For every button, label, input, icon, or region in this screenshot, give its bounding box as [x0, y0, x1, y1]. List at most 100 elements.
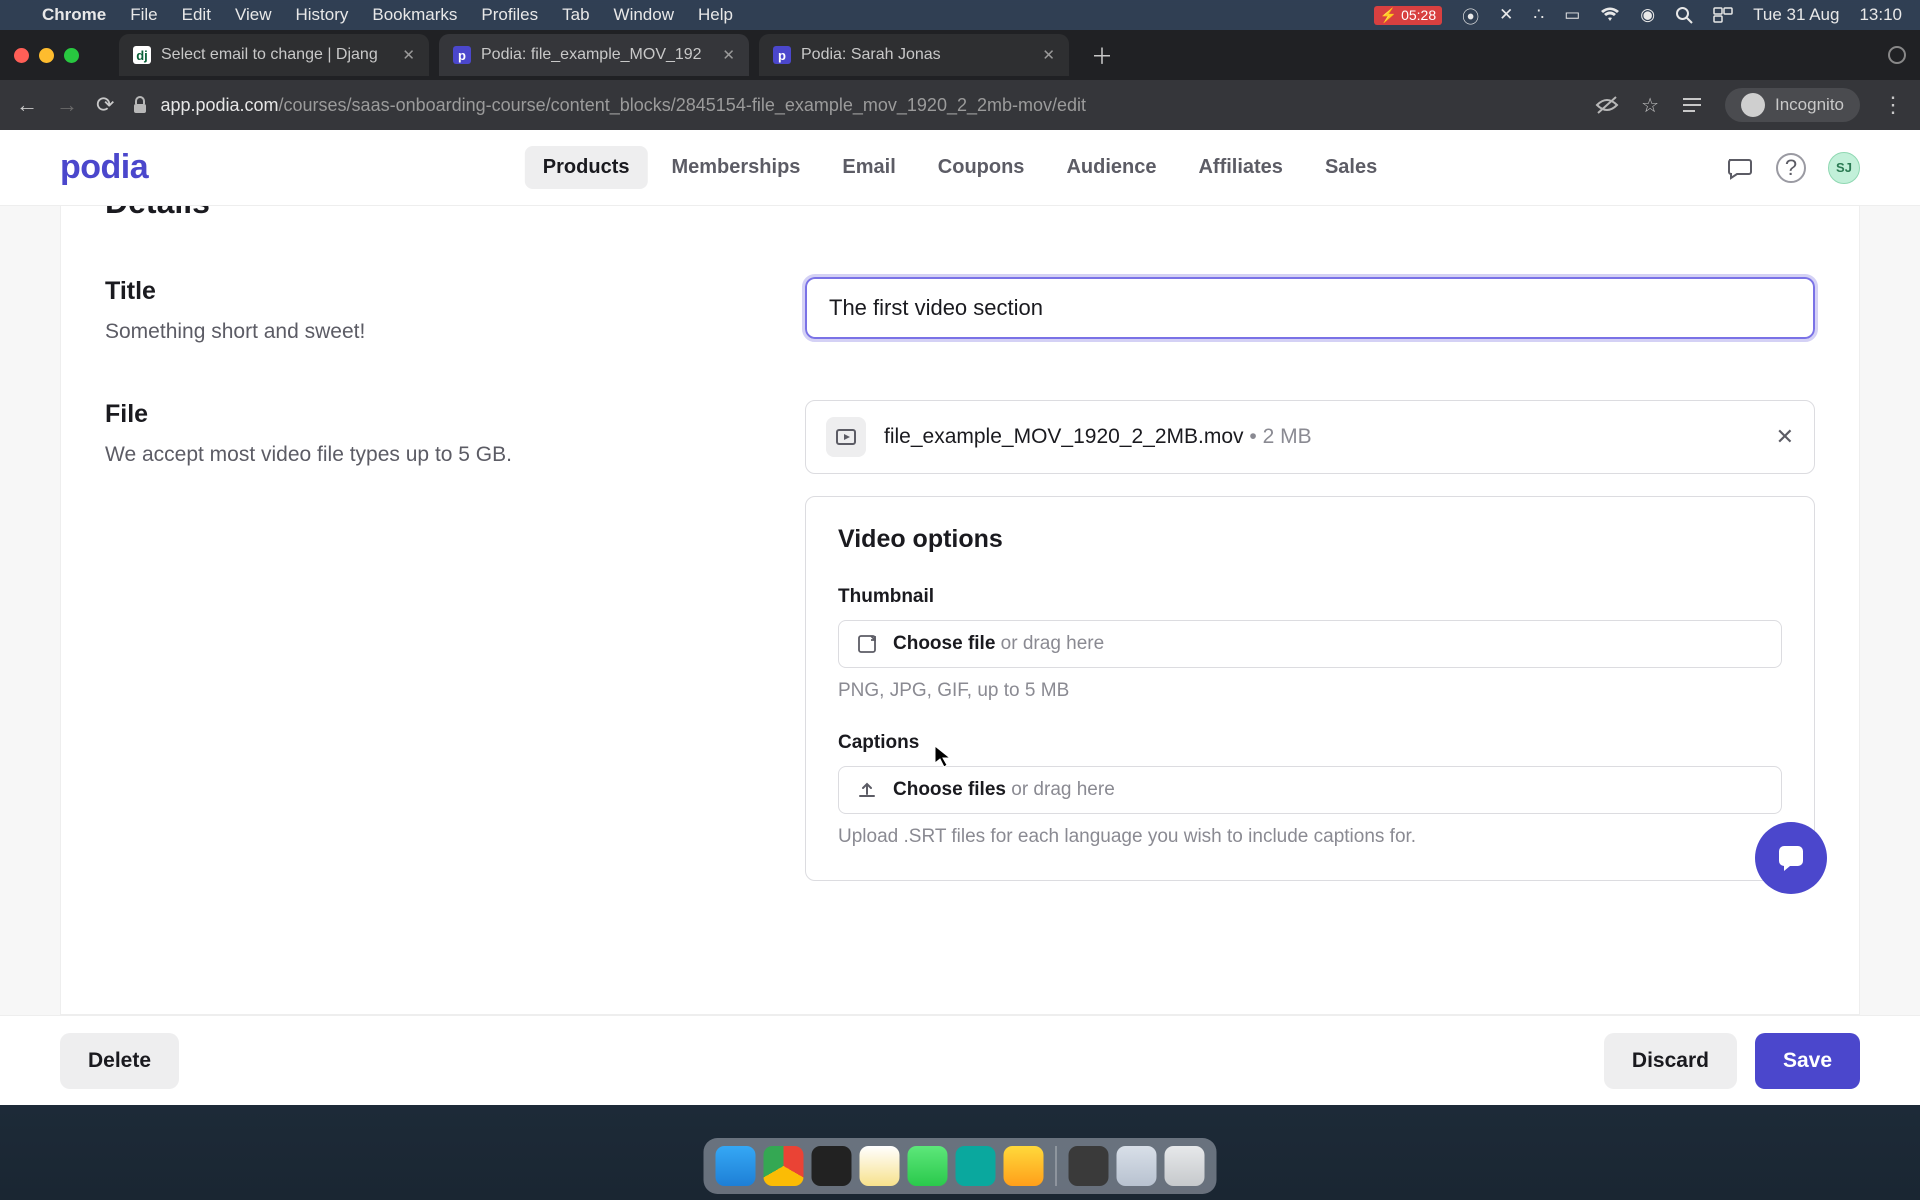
file-name: file_example_MOV_1920_2_2MB.mov • 2 MB: [884, 425, 1312, 449]
battery-icon[interactable]: ▭: [1564, 5, 1580, 25]
tab-title: Podia: file_example_MOV_192: [481, 46, 712, 64]
dock-app-icon[interactable]: [1004, 1146, 1044, 1186]
dock-app-icon[interactable]: [956, 1146, 996, 1186]
thumbnail-label: Thumbnail: [838, 586, 1782, 608]
menubar-app[interactable]: Chrome: [42, 5, 106, 25]
control-center-icon[interactable]: ◉: [1640, 5, 1655, 25]
menubar-clock[interactable]: 13:10: [1859, 5, 1902, 25]
app-page: podia Products Memberships Email Coupons…: [0, 130, 1920, 1105]
favicon-icon: p: [453, 46, 471, 64]
tab-strip: dj Select email to change | Djang ✕ p Po…: [0, 30, 1920, 80]
browser-tab[interactable]: p Podia: Sarah Jonas ✕: [759, 34, 1069, 76]
reload-button[interactable]: ⟳: [96, 92, 114, 118]
incognito-chip[interactable]: Incognito: [1725, 88, 1860, 122]
dock-messages-icon[interactable]: [908, 1146, 948, 1186]
help-icon[interactable]: ?: [1776, 153, 1806, 183]
dock-chrome-icon[interactable]: [764, 1146, 804, 1186]
image-upload-icon: [857, 634, 877, 654]
forward-button[interactable]: →: [56, 92, 78, 118]
menubar-file[interactable]: File: [130, 5, 157, 25]
action-bar: Delete Discard Save: [0, 1015, 1920, 1105]
remove-file-button[interactable]: ✕: [1776, 424, 1794, 450]
menubar-window[interactable]: Window: [614, 5, 674, 25]
nav-memberships[interactable]: Memberships: [653, 146, 818, 189]
title-desc: Something short and sweet!: [105, 320, 805, 344]
dock-terminal-icon[interactable]: [812, 1146, 852, 1186]
back-button[interactable]: ←: [16, 92, 38, 118]
nav-audience[interactable]: Audience: [1048, 146, 1174, 189]
mac-dock: [704, 1138, 1217, 1194]
wifi-icon[interactable]: [1600, 7, 1620, 23]
intercom-chat-button[interactable]: [1755, 822, 1827, 894]
delete-button[interactable]: Delete: [60, 1033, 179, 1089]
save-button[interactable]: Save: [1755, 1033, 1860, 1089]
notification-center-icon[interactable]: [1713, 7, 1733, 23]
dock-folder-icon[interactable]: [1069, 1146, 1109, 1186]
favicon-icon: p: [773, 46, 791, 64]
nav-coupons[interactable]: Coupons: [920, 146, 1043, 189]
new-tab-button[interactable]: ＋: [1091, 39, 1113, 71]
video-icon: [826, 417, 866, 457]
field-title: Title Something short and sweet!: [105, 277, 1815, 344]
dock-finder-icon[interactable]: [716, 1146, 756, 1186]
menubar-help[interactable]: Help: [698, 5, 733, 25]
window-close-icon[interactable]: [14, 48, 29, 63]
file-label: File: [105, 400, 805, 429]
tab-close-icon[interactable]: ✕: [402, 46, 415, 64]
menubar-bookmarks[interactable]: Bookmarks: [372, 5, 457, 25]
nav-sales[interactable]: Sales: [1307, 146, 1395, 189]
tab-title: Select email to change | Djang: [161, 46, 392, 64]
menubar-tab[interactable]: Tab: [562, 5, 589, 25]
menubar-profiles[interactable]: Profiles: [481, 5, 538, 25]
tab-title: Podia: Sarah Jonas: [801, 46, 1032, 64]
dock-folder-icon[interactable]: [1117, 1146, 1157, 1186]
nav-products[interactable]: Products: [525, 146, 648, 189]
podia-logo[interactable]: podia: [60, 148, 148, 187]
messages-icon[interactable]: [1724, 153, 1754, 183]
video-options-heading: Video options: [838, 525, 1782, 554]
status-icon[interactable]: ✕: [1499, 5, 1513, 25]
status-icon[interactable]: ⦿: [1462, 3, 1479, 28]
main-nav: Products Memberships Email Coupons Audie…: [525, 146, 1395, 189]
captions-upload[interactable]: Choose files or drag here: [838, 766, 1782, 814]
thumbnail-upload[interactable]: Choose file or drag here: [838, 620, 1782, 668]
window-minimize-icon[interactable]: [39, 48, 54, 63]
eye-off-icon[interactable]: [1595, 95, 1619, 115]
upload-icon: [857, 780, 877, 800]
incognito-label: Incognito: [1775, 95, 1844, 115]
tab-overflow-icon[interactable]: [1888, 46, 1906, 64]
browser-menu-button[interactable]: ⋮: [1882, 92, 1904, 118]
nav-affiliates[interactable]: Affiliates: [1180, 146, 1300, 189]
menubar-edit[interactable]: Edit: [182, 5, 211, 25]
menubar-date[interactable]: Tue 31 Aug: [1753, 5, 1839, 25]
field-file: File We accept most video file types up …: [105, 400, 1815, 881]
status-icon[interactable]: ∴: [1533, 5, 1544, 25]
browser-tab[interactable]: dj Select email to change | Djang ✕: [119, 34, 429, 76]
menubar-view[interactable]: View: [235, 5, 272, 25]
title-input[interactable]: [805, 277, 1815, 339]
browser-window: dj Select email to change | Djang ✕ p Po…: [0, 30, 1920, 130]
tab-close-icon[interactable]: ✕: [1042, 46, 1055, 64]
menubar-history[interactable]: History: [295, 5, 348, 25]
battery-status-icon[interactable]: ⚡05:28: [1374, 6, 1442, 25]
browser-tab-active[interactable]: p Podia: file_example_MOV_192 ✕: [439, 34, 749, 76]
user-avatar[interactable]: SJ: [1828, 152, 1860, 184]
section-heading: Details: [105, 206, 1815, 221]
window-maximize-icon[interactable]: [64, 48, 79, 63]
lock-icon: [132, 96, 148, 114]
reading-list-icon[interactable]: [1681, 96, 1703, 114]
dock-trash-icon[interactable]: [1165, 1146, 1205, 1186]
incognito-icon: [1741, 93, 1765, 117]
bookmark-star-icon[interactable]: ☆: [1641, 93, 1659, 118]
captions-label: Captions: [838, 732, 1782, 754]
spotlight-icon[interactable]: [1675, 6, 1693, 24]
address-bar: ← → ⟳ app.podia.com/courses/saas-onboard…: [0, 80, 1920, 130]
discard-button[interactable]: Discard: [1604, 1033, 1737, 1089]
file-attachment: file_example_MOV_1920_2_2MB.mov • 2 MB ✕: [805, 400, 1815, 474]
thumbnail-hint: PNG, JPG, GIF, up to 5 MB: [838, 680, 1782, 702]
nav-email[interactable]: Email: [824, 146, 913, 189]
mac-menubar: Chrome File Edit View History Bookmarks …: [0, 0, 1920, 30]
url-bar[interactable]: app.podia.com/courses/saas-onboarding-co…: [132, 95, 1577, 116]
dock-notes-icon[interactable]: [860, 1146, 900, 1186]
tab-close-icon[interactable]: ✕: [722, 46, 735, 64]
